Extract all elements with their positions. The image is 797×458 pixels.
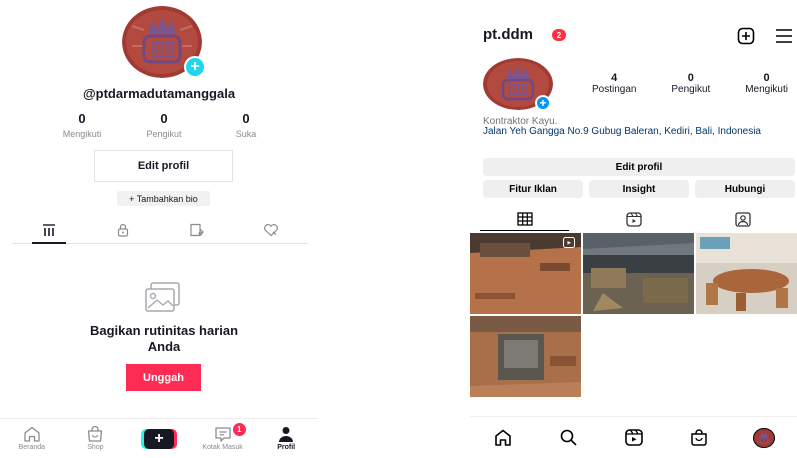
tab-reels[interactable] [579, 207, 688, 231]
hamburger-menu-icon[interactable] [775, 28, 793, 44]
bottom-navigation [470, 416, 797, 458]
instagram-avatar[interactable]: + [483, 58, 555, 112]
contact-button[interactable]: Hubungi [695, 180, 795, 198]
stat-followers-label: Pengikut [671, 84, 711, 95]
stat-likes-label: Suka [235, 129, 257, 139]
tagged-icon [734, 211, 751, 227]
tab-private[interactable] [86, 216, 160, 243]
nav-shop[interactable]: Shop [64, 419, 128, 458]
tab-tagged[interactable] [688, 207, 797, 231]
plus-icon: + [143, 429, 174, 449]
tab-liked[interactable] [234, 216, 308, 243]
stat-likes-count: 0 [242, 111, 250, 126]
tagged-post-icon [190, 223, 204, 236]
profile-person-icon [279, 427, 294, 442]
nav-home-label: Beranda [18, 444, 46, 451]
post-workshop-floor[interactable] [470, 233, 581, 314]
reel-indicator-icon [563, 237, 575, 248]
search-icon [560, 429, 577, 446]
tab-posts-grid[interactable] [470, 207, 579, 231]
profile-username: @ptdarmadutamanggala [82, 86, 236, 101]
nav-profile[interactable] [732, 417, 797, 458]
add-story-plus-icon[interactable]: + [535, 95, 551, 111]
profile-stats: 4 Postingan 0 Pengikut 0 Mengikuti [592, 73, 788, 96]
bottom-navigation: Beranda Shop + 1 Kotak Masuk Profil [0, 418, 318, 458]
ad-tools-button[interactable]: Fitur Iklan [483, 180, 583, 198]
nav-create[interactable]: + [127, 419, 191, 458]
reels-icon [625, 211, 642, 227]
photo-gallery-icon [145, 282, 180, 312]
stat-posts[interactable]: 4 Postingan [592, 73, 636, 96]
shop-icon [691, 429, 707, 446]
stat-following-count: 0 [763, 72, 770, 84]
nav-home[interactable]: Beranda [0, 419, 64, 458]
add-avatar-plus-icon[interactable]: + [184, 56, 206, 78]
profile-tabs [12, 216, 308, 244]
stat-followers-label: Pengikut [146, 129, 182, 139]
business-address-link[interactable]: Jalan Yeh Gangga No.9 Gubug Baleran, Ked… [483, 126, 773, 137]
post-round-table[interactable] [696, 233, 797, 314]
nav-shop-label: Shop [87, 444, 104, 451]
stat-followers[interactable]: 0 Pengikut [134, 111, 194, 139]
stat-following[interactable]: 0 Mengikuti [745, 73, 788, 96]
profile-tabs [470, 207, 797, 231]
create-post-icon[interactable] [737, 27, 755, 45]
insights-button[interactable]: Insight [589, 180, 689, 198]
stat-followers-count: 0 [160, 111, 168, 126]
posts-grid [470, 233, 797, 397]
notification-badge: 2 [552, 29, 566, 41]
nav-search[interactable] [535, 417, 600, 458]
instagram-profile-screen: pt.ddm 2 + 4 Postingan 0 Pengikut 0 Meng… [470, 0, 797, 458]
lock-icon [117, 223, 129, 237]
nav-reels[interactable] [601, 417, 666, 458]
tiktok-avatar[interactable]: + [122, 6, 206, 80]
nav-inbox-label: Kotak Masuk [202, 444, 243, 451]
stat-following-count: 0 [78, 111, 86, 126]
nav-profile-label: Profil [277, 444, 296, 451]
grid-icon [516, 212, 533, 226]
inbox-message-icon [214, 427, 231, 442]
account-username[interactable]: pt.ddm [483, 26, 533, 43]
nav-inbox[interactable]: 1 Kotak Masuk [191, 419, 255, 458]
instagram-header: pt.ddm 2 [470, 22, 797, 48]
tab-videos[interactable] [12, 216, 86, 244]
profile-avatar [753, 427, 776, 448]
stat-following[interactable]: 0 Mengikuti [52, 111, 112, 139]
liked-heart-icon [264, 223, 278, 236]
grid-lines-icon [43, 223, 55, 236]
nav-shop[interactable] [666, 417, 731, 458]
home-icon [24, 426, 40, 442]
edit-profile-button[interactable]: Edit profil [483, 158, 795, 176]
profile-stats: 0 Mengikuti 0 Pengikut 0 Suka [52, 111, 276, 139]
empty-state-title: Bagikan rutinitas harian Anda [89, 323, 239, 354]
upload-button[interactable]: Unggah [126, 364, 201, 391]
tab-reposts[interactable] [160, 216, 234, 243]
tiktok-profile-screen: + @ptdarmadutamanggala 0 Mengikuti 0 Pen… [0, 0, 318, 458]
post-machine[interactable] [470, 316, 581, 397]
edit-profile-button[interactable]: Edit profil [94, 150, 233, 182]
reels-icon [624, 429, 643, 446]
nav-profile[interactable]: Profil [254, 419, 318, 458]
create-plus-button[interactable]: + [140, 429, 177, 449]
nav-home[interactable] [470, 417, 535, 458]
post-warehouse-timber[interactable] [583, 233, 694, 314]
stat-following-label: Mengikuti [745, 84, 788, 95]
stat-following-label: Mengikuti [62, 129, 102, 139]
stat-likes[interactable]: 0 Suka [216, 111, 276, 139]
inbox-badge: 1 [232, 423, 246, 436]
stat-posts-label: Postingan [592, 84, 637, 95]
add-bio-button[interactable]: + Tambahkan bio [117, 191, 210, 206]
stat-posts-count: 4 [611, 72, 618, 84]
stat-followers[interactable]: 0 Pengikut [671, 73, 710, 96]
stat-followers-count: 0 [687, 72, 694, 84]
home-icon [494, 429, 511, 446]
shopping-bag-icon [88, 426, 103, 442]
